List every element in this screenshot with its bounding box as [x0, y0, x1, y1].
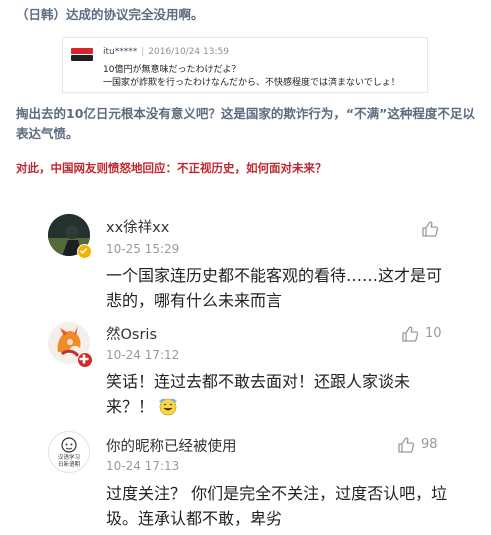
quoted-date: 2016/10/24 13:59	[148, 47, 229, 57]
article-red-line: 对此，中国网友则愤怒地回应：不正视历史，如何面对未来？	[16, 161, 327, 175]
like-count: 98	[421, 437, 438, 452]
flower-badge-icon	[77, 352, 93, 368]
quoted-text-line-1: 10億円が無意味だったわけだよ？	[103, 65, 241, 75]
like-count: 10	[425, 326, 442, 341]
avatar-caption: 汉语学习 日新语期	[57, 455, 80, 468]
avatar[interactable]: 汉语学习 日新语期	[48, 431, 90, 473]
quoted-user[interactable]: itu*****	[103, 47, 137, 57]
article-paragraph: 掏出去的10亿日元根本没有意义吧？这是国家的欺诈行为，“不满”这种程度不足以表达…	[16, 106, 475, 141]
comment-text-body: 笑话！连过去都不敢去面对！还跟人家谈未来？！	[106, 372, 411, 416]
comment-text: 笑话！连过去都不敢去面对！还跟人家谈未来？！	[106, 369, 451, 419]
comment-author[interactable]: xx徐祥xx	[106, 216, 169, 237]
comment-time: 10-24 17:12	[106, 348, 180, 362]
like-thumb-icon[interactable]	[401, 325, 419, 343]
quoted-text-line-2: 一国家が詐欺を行ったわけなんだから、不快感程度では済まないでしょ！	[103, 78, 400, 88]
comment-time: 10-24 17:13	[106, 459, 180, 473]
like-thumb-icon[interactable]	[421, 220, 439, 238]
quoted-post: itu***** | 2016/10/24 13:59 10億円が無意味だったわけだ…	[62, 37, 428, 93]
separator: |	[141, 47, 145, 57]
comment-author[interactable]: 你的昵称已经被使用	[106, 435, 237, 456]
verified-badge-icon	[77, 244, 92, 259]
comment-author[interactable]: 然Osris	[106, 323, 157, 344]
like-thumb-icon[interactable]	[397, 436, 415, 454]
laughing-emoji-icon	[158, 396, 178, 416]
quoted-post-header: itu***** | 2016/10/24 13:59	[103, 47, 229, 57]
comment-text: 一个国家连历史都不能客观的看待……这才是可悲的，哪有什么未来而言	[106, 266, 443, 310]
comment-time: 10-25 15:29	[106, 242, 180, 256]
site-logo-icon	[71, 48, 93, 61]
article-line-1: （日韩）达成的协议完全没用啊。	[16, 7, 204, 22]
comment-text: 过度关注？ 你们是完全不关注，过度否认吧，垃圾。连承认都不敢，卑劣	[106, 484, 448, 528]
